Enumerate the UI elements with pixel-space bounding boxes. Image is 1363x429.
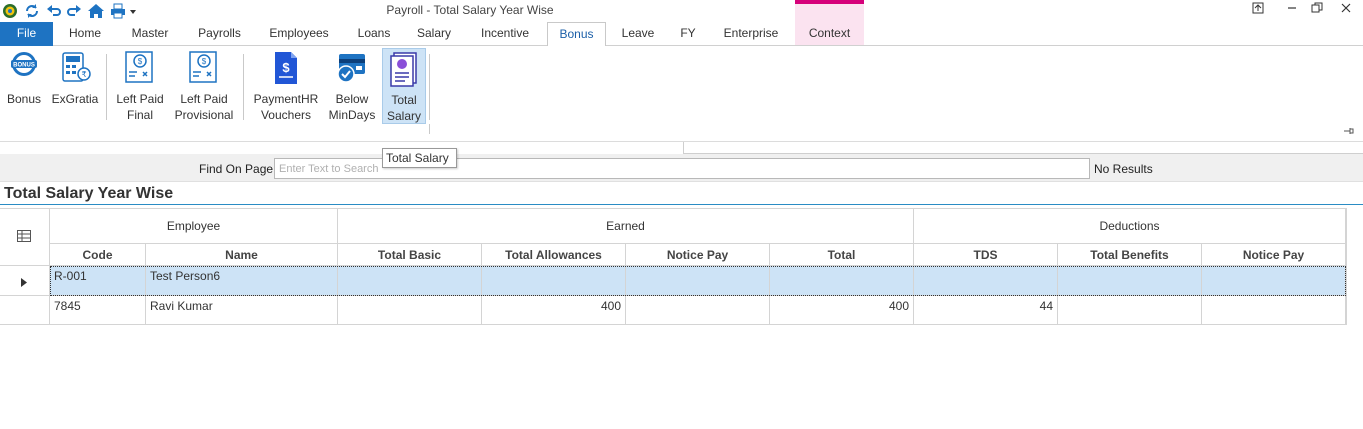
svg-text:$: $: [202, 57, 207, 66]
ribbon-separator: [429, 54, 430, 120]
bonus-badge-icon: BONUS: [7, 50, 41, 86]
total-salary-label: Total Salary: [386, 93, 421, 123]
table-cell[interactable]: [1058, 266, 1202, 296]
ribbon-separator: [429, 124, 430, 134]
col-total[interactable]: Total: [770, 244, 914, 266]
svg-text:BONUS: BONUS: [13, 63, 35, 69]
ribbon-panel: BONUS Bonus ₹ ExGratia $ Left Paid Final…: [0, 46, 1363, 142]
tab-incentive[interactable]: Incentive: [473, 22, 537, 46]
col-total-basic[interactable]: Total Basic: [338, 244, 482, 266]
card-check-icon: [335, 50, 369, 86]
payslip-icon: $: [187, 50, 221, 86]
band-deductions: Deductions: [914, 209, 1346, 244]
svg-text:₹: ₹: [81, 70, 86, 79]
table-cell[interactable]: [1202, 296, 1346, 325]
table-cell[interactable]: [770, 266, 914, 296]
table-cell[interactable]: [626, 266, 770, 296]
page-title: Total Salary Year Wise: [4, 185, 174, 202]
band-earned: Earned: [338, 209, 914, 244]
grid-icon: [17, 230, 31, 245]
tab-leave[interactable]: Leave: [615, 22, 661, 46]
table-cell[interactable]: 400: [482, 296, 626, 325]
payslip-icon: $: [123, 50, 157, 86]
col-name[interactable]: Name: [146, 244, 338, 266]
svg-text:$: $: [282, 60, 290, 75]
tab-fy[interactable]: FY: [673, 22, 703, 46]
close-icon[interactable]: [1337, 2, 1355, 18]
col-notice-pay-earned[interactable]: Notice Pay: [626, 244, 770, 266]
tooltip: Total Salary: [382, 148, 457, 168]
table-cell[interactable]: [338, 266, 482, 296]
row-indicator[interactable]: [0, 296, 50, 325]
table-cell[interactable]: [1202, 266, 1346, 296]
pin-ribbon-icon[interactable]: [1343, 126, 1355, 139]
table-cell[interactable]: 400: [770, 296, 914, 325]
tab-salary[interactable]: Salary: [411, 22, 457, 46]
report-icon: [387, 51, 421, 87]
table-cell[interactable]: R-001: [50, 266, 146, 296]
left-paid-final-label: Left Paid Final: [116, 92, 164, 122]
tab-loans[interactable]: Loans: [350, 22, 398, 46]
left-paid-final-button[interactable]: $ Left Paid Final: [113, 48, 167, 124]
tab-enterprise[interactable]: Enterprise: [718, 22, 784, 46]
below-mindays-label: Below MinDays: [328, 92, 376, 122]
row-indicator[interactable]: [0, 266, 50, 296]
col-total-benefits[interactable]: Total Benefits: [1058, 244, 1202, 266]
find-bar: Find On Page No Results: [0, 154, 1363, 182]
tab-home[interactable]: Home: [60, 22, 110, 46]
restore-ribbon-icon[interactable]: [1249, 2, 1267, 18]
left-paid-provisional-label: Left Paid Provisional: [174, 92, 234, 122]
ribbon-separator: [243, 54, 244, 120]
table-cell[interactable]: Ravi Kumar: [146, 296, 338, 325]
find-result-text: No Results: [1094, 162, 1153, 176]
tab-bonus[interactable]: Bonus: [547, 22, 606, 47]
calculator-icon: ₹: [58, 50, 92, 86]
voucher-icon: $: [269, 50, 303, 86]
exgratia-button[interactable]: ₹ ExGratia: [50, 48, 100, 124]
col-code[interactable]: Code: [50, 244, 146, 266]
row-pointer-icon: [21, 276, 27, 290]
col-notice-pay-deduction[interactable]: Notice Pay: [1202, 244, 1346, 266]
ribbon-tab-row: File Home Master Payrolls Employees Loan…: [0, 22, 1363, 47]
table-cell[interactable]: [482, 266, 626, 296]
minimize-icon[interactable]: [1283, 2, 1301, 18]
title-divider: [0, 204, 1363, 205]
paymenthr-vouchers-label: PaymentHR Vouchers: [253, 92, 319, 122]
left-paid-provisional-button[interactable]: $ Left Paid Provisional: [172, 48, 236, 124]
table-cell[interactable]: [338, 296, 482, 325]
exgratia-button-label: ExGratia: [51, 92, 99, 106]
maximize-icon[interactable]: [1308, 2, 1326, 18]
below-mindays-button[interactable]: Below MinDays: [326, 48, 378, 124]
table-cell[interactable]: 44: [914, 296, 1058, 325]
tab-payrolls[interactable]: Payrolls: [191, 22, 248, 46]
tab-file[interactable]: File: [0, 22, 53, 46]
find-label: Find On Page: [199, 162, 274, 176]
bonus-button-label: Bonus: [6, 92, 42, 106]
total-salary-button[interactable]: Total Salary: [382, 48, 426, 124]
col-total-allowances[interactable]: Total Allowances: [482, 244, 626, 266]
table-cell[interactable]: [914, 266, 1058, 296]
column-chooser[interactable]: [0, 209, 50, 266]
tab-master[interactable]: Master: [124, 22, 176, 46]
table-cell[interactable]: 7845: [50, 296, 146, 325]
title-bar: Payroll - Total Salary Year Wise: [0, 0, 1363, 22]
paymenthr-vouchers-button[interactable]: $ PaymentHR Vouchers: [250, 48, 322, 124]
app-window: Payroll - Total Salary Year Wise File Ho…: [0, 0, 1363, 429]
tab-employees[interactable]: Employees: [263, 22, 335, 46]
data-grid: Employee Earned Deductions Code Name Tot…: [0, 208, 1347, 325]
band-employee: Employee: [50, 209, 338, 244]
svg-text:$: $: [138, 57, 143, 66]
table-cell[interactable]: [1058, 296, 1202, 325]
col-tds[interactable]: TDS: [914, 244, 1058, 266]
bonus-button[interactable]: BONUS Bonus: [2, 48, 46, 124]
tab-context[interactable]: Context: [795, 22, 864, 46]
table-cell[interactable]: Test Person6: [146, 266, 338, 296]
table-cell[interactable]: [626, 296, 770, 325]
ribbon-separator: [106, 54, 107, 120]
